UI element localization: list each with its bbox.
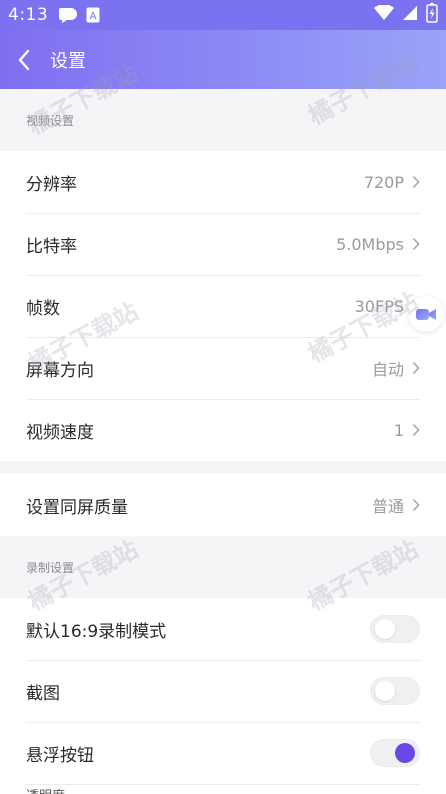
screenshot-toggle[interactable] <box>370 677 420 705</box>
toggle-knob <box>375 619 395 639</box>
chevron-right-icon <box>412 176 420 188</box>
floating-record-button[interactable] <box>408 296 444 332</box>
bitrate-row[interactable]: 比特率 5.0Mbps <box>0 213 446 275</box>
toggle-knob <box>395 743 415 763</box>
framerate-value: 30FPS <box>354 296 404 316</box>
resolution-value-wrap: 720P <box>364 173 420 192</box>
record-settings-header: 录制设置 <box>0 536 446 598</box>
ratio-16-9-label: 默认16:9录制模式 <box>26 621 167 642</box>
chevron-right-icon <box>412 238 420 250</box>
chevron-right-icon <box>412 424 420 436</box>
status-time: 4:13 <box>8 5 49 25</box>
mirror-quality-value: 普通 <box>371 497 404 516</box>
mirror-group: 设置同屏质量 普通 <box>0 474 446 536</box>
video-camera-icon <box>416 309 436 320</box>
orientation-value: 自动 <box>371 360 404 379</box>
bitrate-value-wrap: 5.0Mbps <box>336 235 420 254</box>
chevron-right-icon <box>412 362 420 374</box>
bitrate-label: 比特率 <box>26 236 77 257</box>
mirror-quality-row[interactable]: 设置同屏质量 普通 <box>0 474 446 536</box>
orientation-value-wrap: 自动 <box>372 356 420 380</box>
back-arrow-icon <box>18 49 30 70</box>
orientation-row[interactable]: 屏幕方向 自动 <box>0 337 446 399</box>
framerate-row[interactable]: 帧数 30FPS <box>0 275 446 337</box>
toggle-knob <box>375 681 395 701</box>
page-title: 设置 <box>50 50 86 72</box>
ratio-16-9-toggle[interactable] <box>370 615 420 643</box>
back-button[interactable] <box>2 30 46 89</box>
resolution-row[interactable]: 分辨率 720P <box>0 151 446 213</box>
video-speed-value: 1 <box>393 420 404 440</box>
wifi-icon <box>374 3 394 26</box>
video-settings-header: 视频设置 <box>0 89 446 151</box>
chevron-right-icon <box>412 499 420 511</box>
video-settings-group: 分辨率 720P 比特率 5.0Mbps 帧数 30FPS 屏幕方向 自动 视频… <box>0 151 446 461</box>
battery-icon <box>426 2 438 28</box>
screenshot-label: 截图 <box>26 683 60 704</box>
mirror-quality-label: 设置同屏质量 <box>26 497 128 518</box>
record-settings-group: 默认16:9录制模式 截图 悬浮按钮 透明度 <box>0 598 446 794</box>
opacity-row[interactable]: 透明度 <box>0 784 446 794</box>
floating-button-row: 悬浮按钮 <box>0 722 446 784</box>
video-speed-value-wrap: 1 <box>394 421 420 440</box>
signal-icon <box>402 5 418 26</box>
ratio-16-9-row: 默认16:9录制模式 <box>0 598 446 660</box>
opacity-label: 透明度 <box>26 785 65 794</box>
resolution-label: 分辨率 <box>26 174 77 195</box>
screenshot-row: 截图 <box>0 660 446 722</box>
bitrate-value: 5.0Mbps <box>336 234 404 254</box>
app-badge-icon: A <box>86 7 100 23</box>
resolution-value: 720P <box>363 172 404 192</box>
mirror-quality-value-wrap: 普通 <box>372 493 420 517</box>
video-speed-label: 视频速度 <box>26 422 94 443</box>
svg-text:A: A <box>90 11 97 22</box>
status-bar: 4:13 A <box>0 0 446 30</box>
floating-button-label: 悬浮按钮 <box>26 745 94 766</box>
section-gap <box>0 461 446 474</box>
floating-button-toggle[interactable] <box>370 739 420 767</box>
app-header: 设置 <box>0 30 446 89</box>
orientation-label: 屏幕方向 <box>26 360 94 381</box>
status-right <box>374 2 438 28</box>
notification-dot-icon <box>58 7 78 23</box>
video-speed-row[interactable]: 视频速度 1 <box>0 399 446 461</box>
framerate-label: 帧数 <box>26 298 60 319</box>
